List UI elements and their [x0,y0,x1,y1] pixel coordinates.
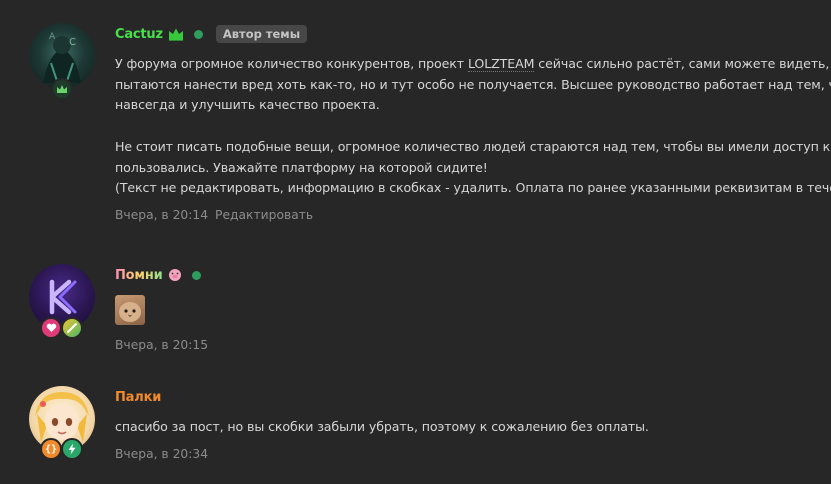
text-line: (Текст не редактировать, информацию в ск… [115,180,831,196]
username[interactable]: Cactuz [115,27,163,42]
message-text: спасибо за пост, но вы скобки забыли убр… [115,419,649,434]
message-text: У форума огромное количество конкурентов… [115,54,831,199]
svg-text:A: A [49,32,56,42]
text-line [115,116,831,137]
post-pomni: Помни Вчера, в 20:15 [0,262,831,362]
post-cactuz: C A Cactuz Автор темы У форума огромное … [0,0,831,240]
brush-icon [67,323,77,333]
svg-text:C: C [69,37,76,48]
online-indicator [191,270,201,280]
online-indicator [193,29,203,39]
username[interactable]: Помни [115,268,163,283]
avatar-cactuz-wrap[interactable]: C A [29,23,95,100]
username[interactable]: Палки [115,390,161,405]
link[interactable]: LOLZTEAM [467,56,535,72]
post-time[interactable]: Вчера, в 20:15 [115,338,208,352]
braces-icon: {} [44,443,58,455]
text-line: Не стоит писать подобные вещи, огромное … [115,138,831,154]
post-meta: Вчера, в 20:14 Редактировать [115,208,831,222]
edit-link[interactable]: Редактировать [215,208,313,222]
avatar-palki-wrap[interactable]: {} [29,386,95,460]
text-line: У форума огромное количество конкурентов… [115,56,831,72]
cat-sticker [115,295,145,325]
crown-icon [168,28,183,41]
lightning-badge [61,438,83,460]
text-line: пытаются нанести вред хоть как-то, но и … [115,76,831,92]
post-meta: Вчера, в 20:15 [115,338,831,352]
post-meta: Вчера, в 20:34 [115,447,831,461]
heart-badge [40,317,62,339]
text-line: навсегда и улучшить качество проекта. [115,97,380,113]
post-palki: {} Палки спасибо за пост, но вы скобки з… [0,385,831,484]
crown-badge [51,78,73,100]
lightning-icon [68,443,76,455]
author-tag: Автор темы [215,25,308,43]
avatar[interactable] [29,264,95,330]
heart-icon [46,323,56,332]
avatar-pomni-wrap[interactable] [29,264,95,339]
crown-icon [57,85,67,93]
braces-badge: {} [40,438,62,460]
brush-badge [61,317,83,339]
text-line: пользовались. Уважайте платформу на кото… [115,159,488,175]
post-time[interactable]: Вчера, в 20:34 [115,447,208,461]
pig-icon [168,269,181,281]
post-time[interactable]: Вчера, в 20:14 [115,208,208,222]
